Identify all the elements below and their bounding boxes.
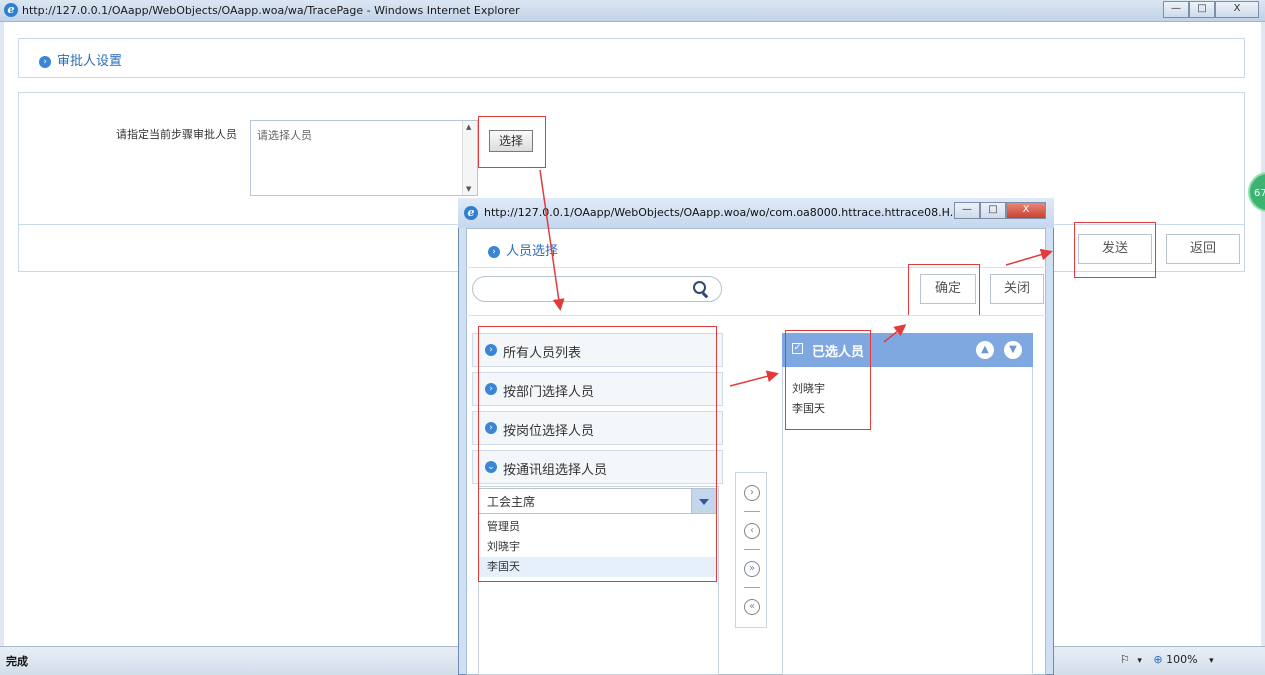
chevron-right-icon: › [39, 55, 51, 68]
popup-divider [466, 315, 1046, 316]
separator [744, 549, 760, 550]
close-button[interactable]: X [1215, 1, 1259, 18]
approver-placeholder: 请选择人员 [257, 129, 312, 142]
ie-icon: e [4, 3, 18, 17]
move-buttons-column: › ‹ » « [735, 472, 767, 628]
approver-textarea[interactable]: 请选择人员 ▲ ▼ [250, 120, 478, 196]
chevron-right-icon: › [488, 245, 500, 258]
popup-window-controls: — □ X [954, 202, 1046, 219]
maximize-button[interactable]: □ [1189, 1, 1215, 18]
popup-minimize-button[interactable]: — [954, 202, 980, 219]
window-title: http://127.0.0.1/OAapp/WebObjects/OAapp.… [22, 4, 520, 17]
separator [744, 511, 760, 512]
zoom-icon: ⊕ [1153, 653, 1163, 666]
section-title: 审批人设置 [57, 54, 123, 69]
textarea-scrollbar[interactable]: ▲ ▼ [462, 121, 477, 195]
ie-icon: e [464, 206, 478, 220]
zoom-level: 100% [1166, 653, 1198, 666]
annotation-box-send [1074, 222, 1156, 278]
popup-maximize-button[interactable]: □ [980, 202, 1006, 219]
popup-header-title: 人员选择 [506, 244, 559, 259]
popup-header: › 人员选择 [466, 228, 1046, 268]
security-icon[interactable]: ⚐ [1120, 653, 1130, 666]
scroll-down-icon[interactable]: ▼ [466, 185, 471, 193]
people-search-input[interactable] [472, 276, 722, 302]
search-icon[interactable] [693, 281, 707, 295]
zoom-control[interactable]: ⚐ ▾ ⊕ 100% ▾ [1120, 653, 1214, 666]
section-header: › 审批人设置 [18, 38, 1245, 78]
status-text: 完成 [6, 655, 28, 668]
close-popup-button[interactable]: 关闭 [990, 274, 1044, 304]
back-button[interactable]: 返回 [1166, 234, 1240, 264]
separator [744, 587, 760, 588]
move-left-icon[interactable]: ‹ [744, 523, 760, 539]
move-down-icon[interactable]: ▼ [1004, 341, 1022, 359]
minimize-button[interactable]: — [1163, 1, 1189, 18]
scroll-up-icon[interactable]: ▲ [466, 123, 471, 131]
approver-label: 请指定当前步骤审批人员 [116, 128, 237, 141]
annotation-box-selected [785, 330, 871, 430]
window-titlebar: e http://127.0.0.1/OAapp/WebObjects/OAap… [0, 0, 1265, 22]
annotation-box-confirm [908, 264, 980, 316]
popup-close-button[interactable]: X [1006, 202, 1046, 219]
move-all-right-icon[interactable]: » [744, 561, 760, 577]
move-up-icon[interactable]: ▲ [976, 341, 994, 359]
move-right-icon[interactable]: › [744, 485, 760, 501]
popup-title: http://127.0.0.1/OAapp/WebObjects/OAapp.… [484, 206, 961, 219]
window-controls: — □ X [1163, 1, 1259, 18]
annotation-box-people-list [478, 326, 717, 582]
annotation-box-select [478, 116, 546, 168]
popup-titlebar: e http://127.0.0.1/OAapp/WebObjects/OAap… [458, 198, 1054, 228]
move-all-left-icon[interactable]: « [744, 599, 760, 615]
zoom-dropdown-icon[interactable]: ▾ [1209, 656, 1214, 666]
